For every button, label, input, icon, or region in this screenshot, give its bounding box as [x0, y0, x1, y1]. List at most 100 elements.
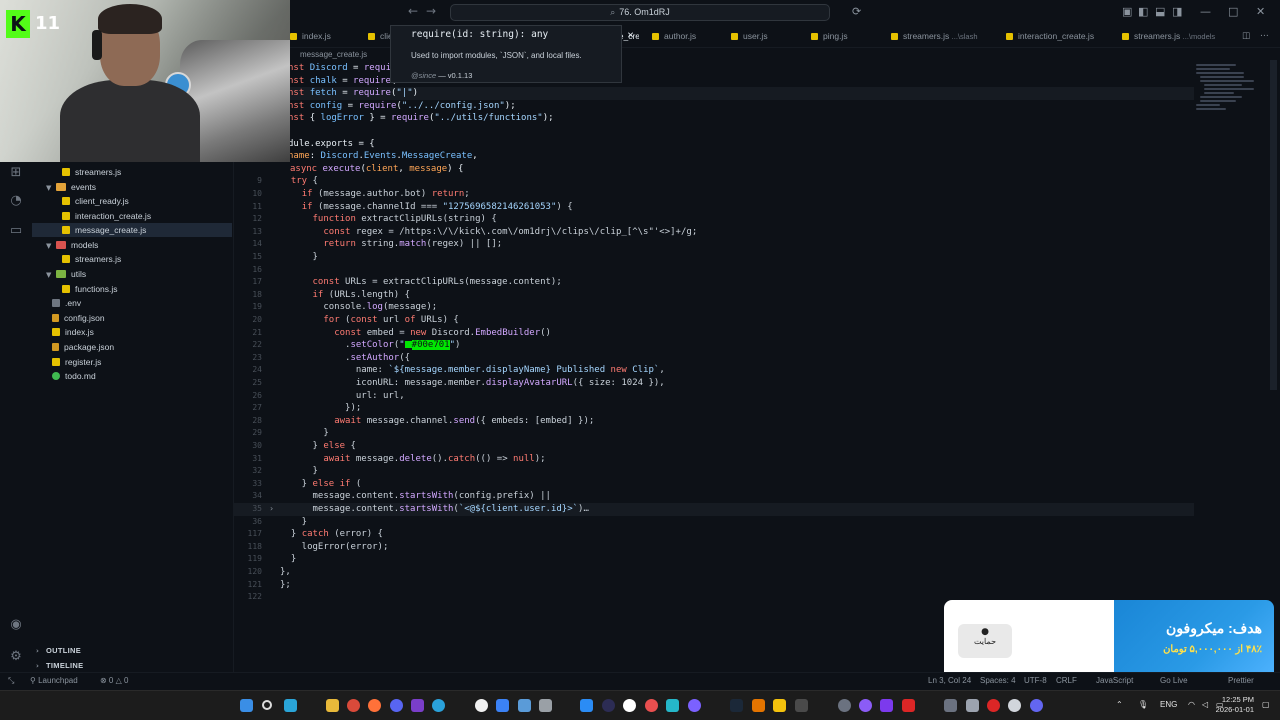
command-center[interactable]: ⌕ 76. Om1dRJ: [450, 4, 830, 21]
launchpad-button[interactable]: ⚲ Launchpad: [30, 676, 78, 685]
tree-item-streamers-root[interactable]: streamers.js: [62, 165, 232, 179]
code-line: 32 }: [234, 465, 1194, 478]
fold-chevron-icon[interactable]: ›: [270, 503, 273, 516]
tree-item-index[interactable]: index.js: [52, 325, 232, 339]
chrome-icon[interactable]: [347, 699, 360, 712]
toggle-sidebar-icon[interactable]: ◧: [1138, 5, 1148, 18]
tab-interaction-create[interactable]: interaction_create.js: [1006, 24, 1094, 48]
input-language[interactable]: ENG: [1160, 700, 1177, 709]
go-live[interactable]: Go Live: [1160, 676, 1188, 685]
app-icon[interactable]: [1030, 699, 1043, 712]
vscode-icon[interactable]: [580, 699, 593, 712]
tree-item-package-json[interactable]: package.json: [52, 340, 232, 354]
app-icon[interactable]: [795, 699, 808, 712]
tree-item-config-json[interactable]: config.json: [52, 311, 232, 325]
minimize-icon[interactable]: —: [1200, 5, 1211, 18]
prettier[interactable]: Prettier: [1228, 676, 1254, 685]
donate-button[interactable]: ● حمایت: [958, 624, 1012, 658]
app-icon[interactable]: [773, 699, 786, 712]
app-icon[interactable]: [666, 699, 679, 712]
file-explorer-icon[interactable]: [326, 699, 339, 712]
tab-user[interactable]: user.js: [731, 24, 768, 48]
discord-icon[interactable]: [390, 699, 403, 712]
more-actions-icon[interactable]: ⋯: [1260, 24, 1269, 48]
tree-item-utils-folder[interactable]: ▼ utils: [46, 267, 232, 281]
extensions-icon[interactable]: ⊞: [7, 164, 25, 182]
widgets-icon[interactable]: [284, 699, 297, 712]
tree-item-register[interactable]: register.js: [52, 355, 232, 369]
tab-index[interactable]: index.js: [290, 24, 331, 48]
language-mode[interactable]: JavaScript: [1096, 676, 1133, 685]
env-icon[interactable]: ▭: [7, 222, 25, 240]
cursor-position[interactable]: Ln 3, Col 24: [928, 676, 971, 685]
problems-indicator[interactable]: ⊗ 0 △ 0: [100, 676, 128, 685]
app-icon[interactable]: [688, 699, 701, 712]
tab-author[interactable]: author.js: [652, 24, 696, 48]
indentation[interactable]: Spaces: 4: [980, 676, 1016, 685]
tree-item-functions[interactable]: functions.js: [62, 282, 232, 296]
search-icon[interactable]: [262, 700, 272, 710]
youtube-icon[interactable]: [902, 699, 915, 712]
account-icon[interactable]: ◉: [7, 616, 25, 634]
notification-icon[interactable]: ▢: [1262, 700, 1270, 709]
app-icon[interactable]: [838, 699, 851, 712]
back-arrow-icon[interactable]: ←: [408, 4, 418, 18]
windows-start-icon[interactable]: [240, 699, 253, 712]
code-editor[interactable]: nst Discord = require nst chalk = requir…: [234, 60, 1280, 672]
tree-item-streamers-models[interactable]: streamers.js: [62, 252, 232, 266]
editor-scrollbar[interactable]: [1270, 60, 1277, 390]
encoding[interactable]: UTF-8: [1024, 676, 1047, 685]
app-icon[interactable]: [518, 699, 531, 712]
copilot-icon[interactable]: ⟳: [852, 5, 861, 18]
app-icon[interactable]: [645, 699, 658, 712]
split-editor-icon[interactable]: ◫: [1242, 24, 1250, 48]
tab-streamers-slash[interactable]: streamers.js ...\slash: [891, 24, 978, 48]
forward-arrow-icon[interactable]: →: [426, 4, 436, 18]
app-icon[interactable]: [859, 699, 872, 712]
app-icon[interactable]: [880, 699, 893, 712]
chevron-up-icon[interactable]: ⌃: [1116, 700, 1123, 709]
microphone-icon[interactable]: 🎙: [1138, 700, 1148, 709]
clock[interactable]: 12:25 PM 2026-01-01: [1216, 695, 1254, 715]
tree-item-models-folder[interactable]: ▼ models: [46, 238, 232, 252]
tab-close-icon[interactable]: ✕: [627, 24, 634, 48]
outline-section[interactable]: › OUTLINE: [36, 646, 81, 655]
wifi-icon[interactable]: ◠: [1188, 700, 1195, 709]
timeline-section[interactable]: › TIMELINE: [36, 661, 83, 670]
breadcrumb[interactable]: message_create.js: [300, 48, 367, 62]
tree-item-todo[interactable]: todo.md: [52, 369, 232, 383]
app-icon[interactable]: [944, 699, 957, 712]
app-icon[interactable]: [411, 699, 424, 712]
tree-item-interaction-create[interactable]: interaction_create.js: [62, 209, 232, 223]
close-window-icon[interactable]: ✕: [1256, 5, 1265, 18]
tree-item-client-ready[interactable]: client_ready.js: [62, 194, 232, 208]
steam-icon[interactable]: [730, 699, 743, 712]
tree-item-events-folder[interactable]: ▼ events: [46, 180, 232, 194]
line-ending[interactable]: CRLF: [1056, 676, 1077, 685]
remote-explorer-icon[interactable]: ◔: [7, 192, 25, 210]
app-icon[interactable]: [987, 699, 1000, 712]
tab-streamers-models[interactable]: streamers.js ...\models: [1122, 24, 1215, 48]
maximize-icon[interactable]: □: [1228, 5, 1238, 18]
app-icon[interactable]: [752, 699, 765, 712]
minimap[interactable]: [1192, 60, 1268, 120]
toggle-secondary-sidebar-icon[interactable]: ◨: [1172, 5, 1182, 18]
toggle-panel-icon[interactable]: ⬓: [1155, 5, 1165, 18]
tree-item-env[interactable]: .env: [52, 296, 232, 310]
volume-icon[interactable]: ◁: [1202, 700, 1208, 709]
obs-icon[interactable]: [475, 699, 488, 712]
app-icon[interactable]: [539, 699, 552, 712]
tree-item-message-create[interactable]: message_create.js: [32, 223, 232, 237]
app-icon[interactable]: [496, 699, 509, 712]
app-icon[interactable]: [602, 699, 615, 712]
layout-icon[interactable]: ▣: [1122, 5, 1132, 18]
firefox-icon[interactable]: [368, 699, 381, 712]
manage-gear-icon[interactable]: ⚙: [7, 648, 25, 666]
tree-item-label: message_create.js: [75, 225, 147, 235]
remote-icon[interactable]: ⤡: [8, 676, 14, 686]
tab-ping[interactable]: ping.js: [811, 24, 848, 48]
telegram-icon[interactable]: [432, 699, 445, 712]
app-icon[interactable]: [1008, 699, 1021, 712]
app-icon[interactable]: [966, 699, 979, 712]
app-icon[interactable]: [623, 699, 636, 712]
